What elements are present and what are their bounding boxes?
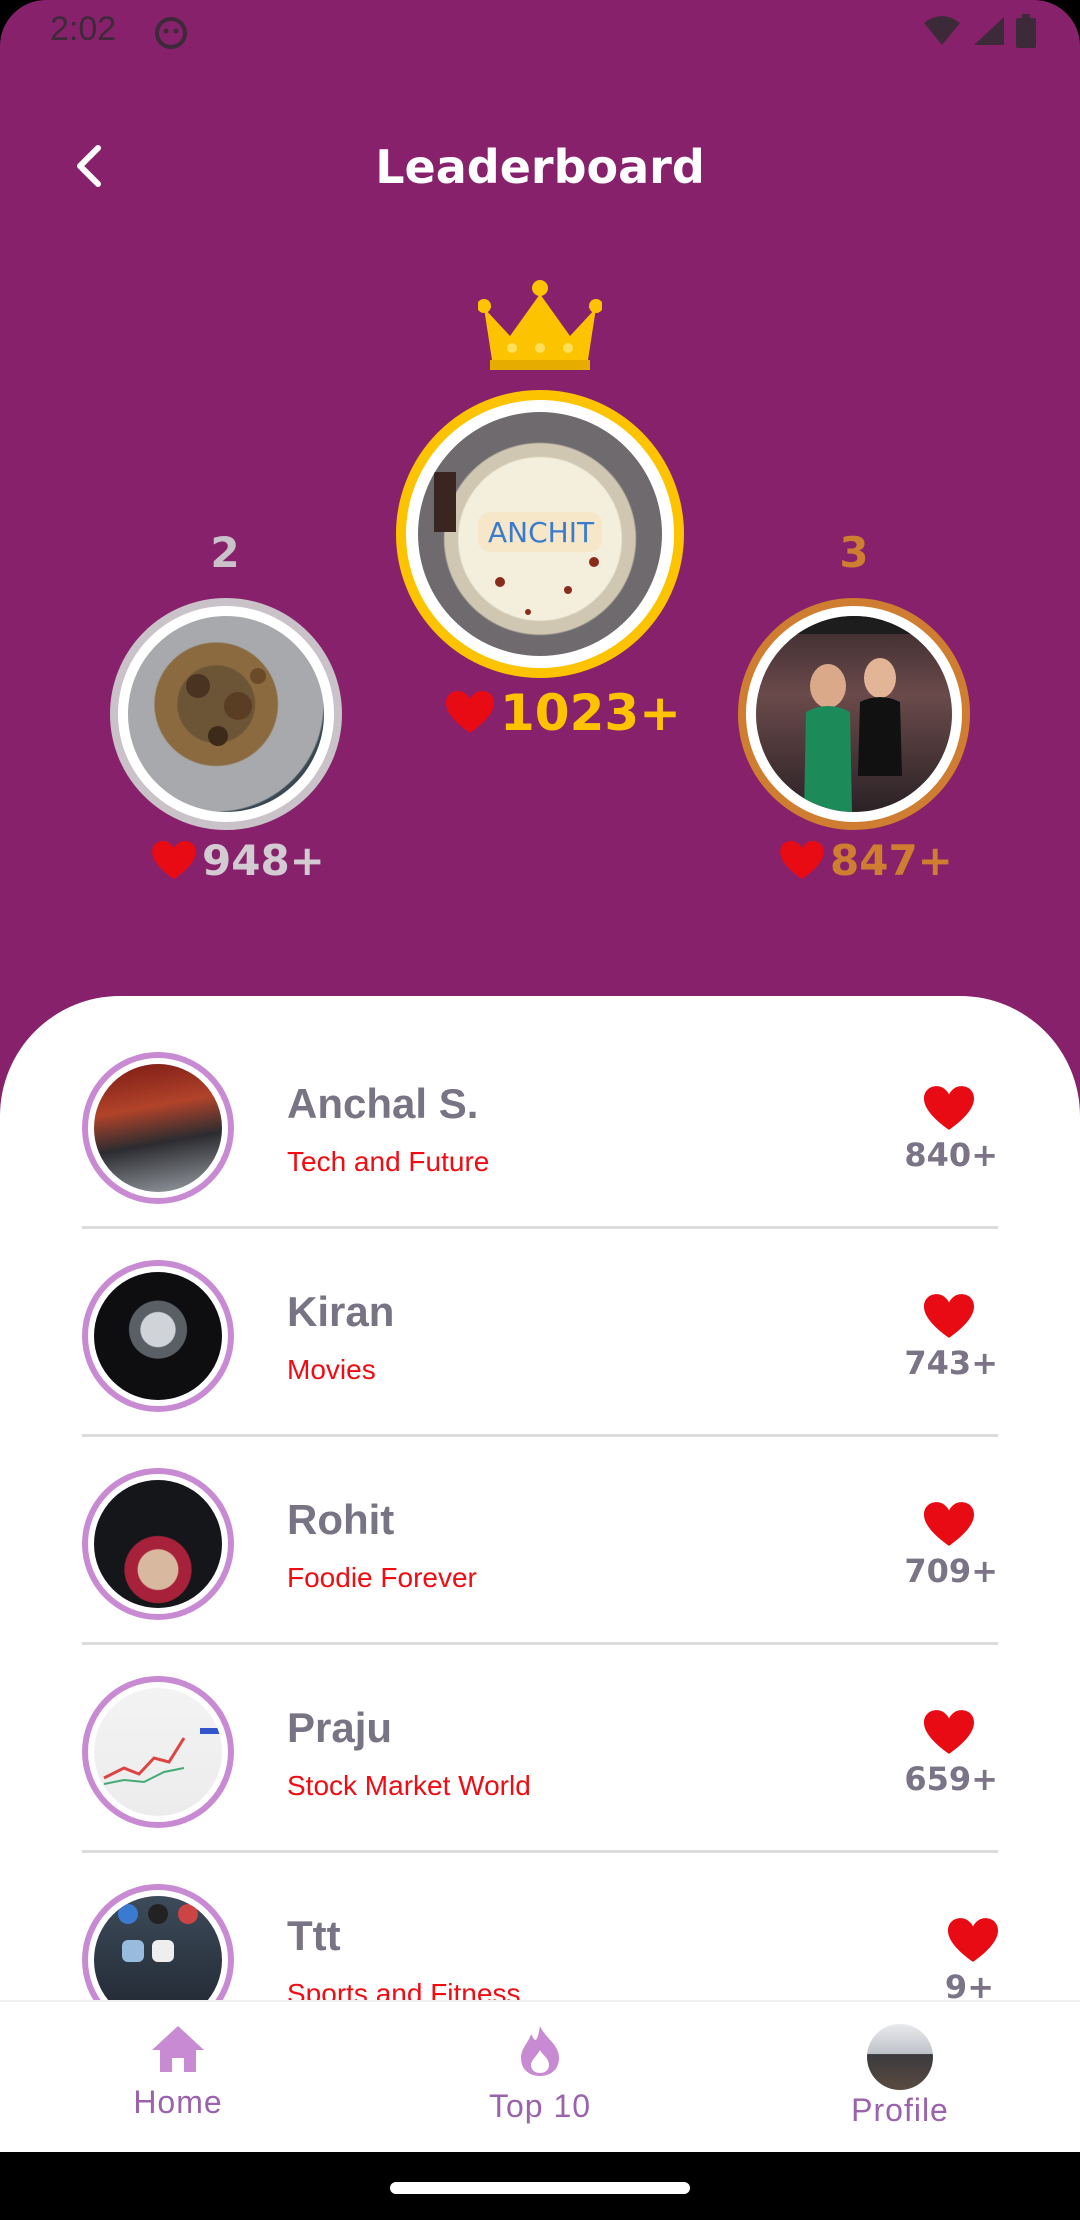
user-name: Ttt <box>287 1912 341 1959</box>
battery-icon <box>1016 14 1036 48</box>
page-title: Leaderboard <box>375 140 705 194</box>
home-gesture-handle[interactable] <box>390 2182 690 2194</box>
user-name: Praju <box>287 1704 393 1751</box>
system-navigation-bar <box>0 2152 1080 2220</box>
heart-icon <box>924 1710 974 1754</box>
avatar <box>82 1468 234 1620</box>
list-item[interactable]: Rohit Foodie Forever 709+ <box>0 1412 1080 1645</box>
crown-icon <box>478 280 602 370</box>
notification-icon <box>155 17 187 49</box>
nav-profile[interactable]: Profile <box>780 2024 1020 2129</box>
first-place-avatar[interactable]: ANCHIT <box>396 390 684 678</box>
status-bar: 2:02 <box>0 0 1080 66</box>
heart-icon <box>924 1086 974 1130</box>
user-category: Tech and Future <box>287 1146 490 1177</box>
user-category: Movies <box>287 1354 376 1385</box>
third-place-score: 847+ <box>780 836 953 885</box>
leaderboard-screen: 2:02 Leaderboard ANCHIT 1023+ 2 948+ 3 8… <box>0 0 1080 2220</box>
second-place-rank: 2 <box>210 528 240 577</box>
nav-home-label: Home <box>133 2084 223 2120</box>
avatar <box>82 1884 234 2006</box>
list-item[interactable]: Praju Stock Market World 659+ <box>0 1620 1080 1853</box>
third-place-score-value: 847+ <box>830 836 953 885</box>
flame-icon <box>521 2026 559 2076</box>
nav-home[interactable]: Home <box>58 2024 298 2121</box>
second-place-score: 948+ <box>152 836 325 885</box>
profile-avatar <box>867 2024 933 2090</box>
nav-profile-label: Profile <box>851 2092 949 2128</box>
signal-icon <box>974 17 1004 45</box>
list-item[interactable]: Ttt Sports and Fitness 9+ <box>0 1828 1080 2006</box>
like-count: 709+ <box>904 1552 998 1590</box>
heart-icon <box>152 840 196 879</box>
nav-top10[interactable]: Top 10 <box>420 2024 660 2125</box>
first-place-score-value: 1023+ <box>500 684 682 742</box>
avatar <box>82 1052 234 1204</box>
wifi-icon <box>924 16 960 45</box>
status-time: 2:02 <box>50 10 117 48</box>
home-icon <box>152 2026 204 2072</box>
third-place-rank: 3 <box>839 528 869 577</box>
cake-photo: ANCHIT <box>434 472 602 615</box>
heart-icon <box>780 840 824 879</box>
user-category: Stock Market World <box>287 1770 531 1801</box>
people-photo <box>756 616 952 812</box>
user-name: Rohit <box>287 1496 395 1543</box>
chart-photo <box>103 1728 220 1785</box>
svg-text:ANCHIT: ANCHIT <box>488 516 595 549</box>
list-item[interactable]: Kiran Movies 743+ <box>0 1204 1080 1437</box>
leaderboard-list[interactable]: Anchal S. Tech and Future 840+ Kiran Mov… <box>0 996 1080 2006</box>
bottom-navigation: Home Top 10 Profile <box>0 2000 1080 2154</box>
like-count: 840+ <box>904 1136 998 1174</box>
first-place-score: 1023+ <box>446 684 681 742</box>
second-place-avatar[interactable] <box>110 598 342 830</box>
second-place-score-value: 948+ <box>202 836 325 885</box>
user-name: Anchal S. <box>287 1080 479 1127</box>
like-count: 743+ <box>904 1344 998 1382</box>
list-item[interactable]: Anchal S. Tech and Future 840+ <box>0 996 1080 1229</box>
top-app-bar: Leaderboard <box>0 110 1080 230</box>
heart-icon <box>948 1918 998 1962</box>
status-icons <box>922 14 1036 48</box>
avatar <box>82 1676 234 1828</box>
avatar <box>82 1260 234 1412</box>
third-place-avatar[interactable] <box>738 598 970 830</box>
food-photo <box>186 668 266 746</box>
heart-icon <box>446 691 494 733</box>
nav-top10-label: Top 10 <box>488 2088 592 2124</box>
user-name: Kiran <box>287 1288 395 1335</box>
phone-screen-photo <box>118 1904 198 1962</box>
like-count: 659+ <box>904 1760 998 1798</box>
heart-icon <box>924 1294 974 1338</box>
user-category: Foodie Forever <box>287 1562 477 1593</box>
heart-icon <box>924 1502 974 1546</box>
